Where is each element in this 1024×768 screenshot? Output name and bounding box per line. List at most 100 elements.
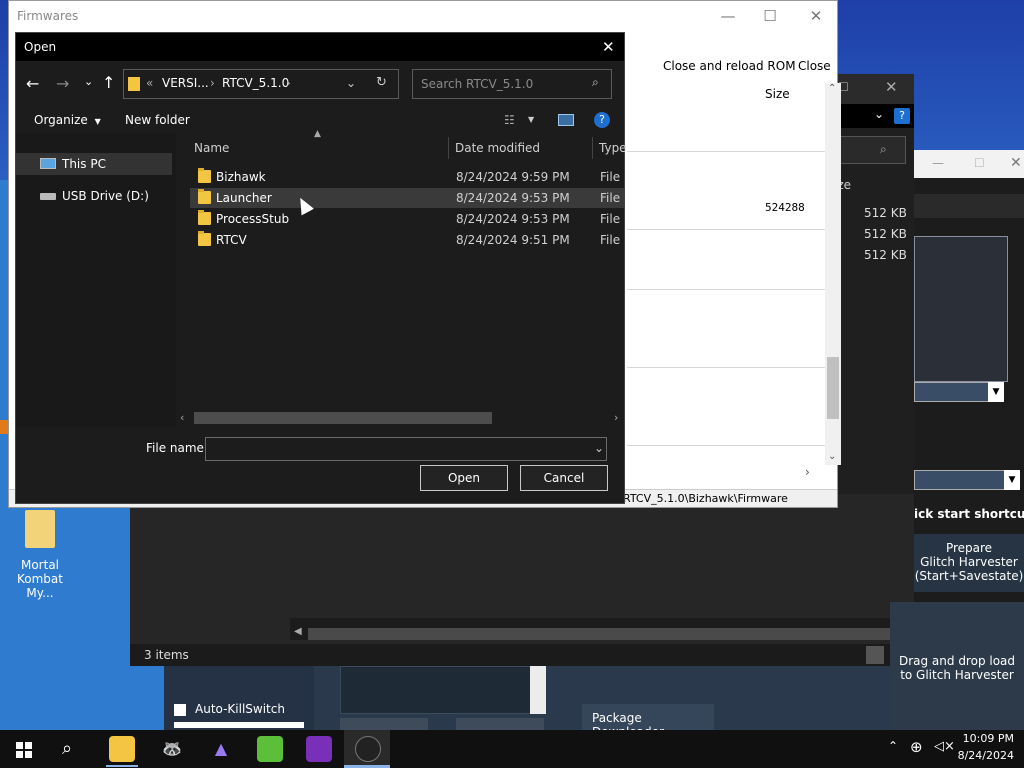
folder-icon [128, 77, 140, 91]
caret-down-icon[interactable]: ▼ [528, 115, 534, 124]
close-icon[interactable]: ✕ [602, 38, 615, 56]
vertical-scrollbar[interactable]: ⌃ ⌄ [825, 83, 841, 465]
chevron-down-icon[interactable]: ⌄ [828, 451, 836, 462]
new-folder-button[interactable]: New folder [125, 113, 190, 127]
firmware-list[interactable] [627, 81, 837, 481]
folder-icon [198, 168, 211, 183]
breadcrumb-versions[interactable]: VERSI... [162, 76, 209, 90]
window-title: Firmwares [17, 9, 79, 23]
drag-drop-zone[interactable]: Drag and drop load to Glitch Harvester [890, 602, 1024, 730]
scroll-left-icon[interactable]: ‹ [180, 411, 184, 424]
status-item-count: 3 items [144, 648, 189, 662]
alien-app-icon[interactable] [355, 736, 381, 762]
minimize-icon[interactable]: — [717, 6, 739, 26]
column-header-date[interactable]: Date modified [455, 141, 540, 155]
search-icon: ⌕ [592, 75, 599, 89]
file-name-input[interactable] [205, 437, 607, 461]
file-row[interactable]: Bizhawk 8/24/2024 9:59 PM File folder [190, 167, 624, 187]
prepare-label-3: (Start+Savestate) [914, 569, 1024, 583]
auto-killswitch-label: Auto-KillSwitch [195, 702, 285, 716]
chevron-down-icon[interactable]: ⌄ [874, 107, 884, 121]
purple-monster-icon[interactable] [306, 736, 332, 762]
details-view-icon[interactable] [866, 646, 884, 664]
horizontal-scrollbar[interactable] [194, 412, 492, 424]
taskbar: ⌕ 🦝 ▲ ⌃ ⊕ ◁× 10:09 PM 8/24/2024 [0, 730, 1024, 768]
nav-item-label: This PC [62, 157, 106, 171]
chevron-up-icon[interactable]: ⌃ [828, 83, 836, 94]
green-cube-icon[interactable] [257, 736, 283, 762]
file-name: RTCV [216, 233, 247, 247]
file-row[interactable]: Launcher 8/24/2024 9:53 PM File folder [190, 188, 624, 208]
prepare-glitch-harvester-button[interactable]: Prepare Glitch Harvester (Start+Savestat… [914, 534, 1024, 592]
file-name-label: File name: [146, 441, 208, 455]
chevron-right-icon[interactable]: › [805, 465, 810, 479]
minimize-icon[interactable]: — [932, 156, 944, 170]
package-downloader-button[interactable]: Package Downloader [582, 704, 714, 739]
column-header-type[interactable]: Type [599, 141, 627, 155]
close-button[interactable]: Close [798, 59, 831, 73]
chevron-down-icon[interactable]: ▼ [988, 382, 1004, 402]
file-row[interactable]: RTCV 8/24/2024 9:51 PM File folder [190, 230, 624, 250]
volume-muted-icon[interactable]: ◁× [934, 739, 955, 754]
file-type: File folder [600, 170, 624, 184]
folder-icon [198, 189, 211, 204]
raccoon-app-icon[interactable]: 🦝 [159, 736, 185, 762]
chevron-right-icon: › [210, 76, 215, 90]
prepare-label-1: Prepare [945, 541, 993, 555]
shortcuts-title: ick start shortcuts [914, 507, 1024, 521]
help-icon[interactable]: ? [894, 108, 910, 124]
desktop-shortcut[interactable]: Mortal Kombat My... [2, 506, 78, 600]
organize-menu[interactable]: Organize ▼ [34, 113, 101, 127]
address-bar[interactable]: « VERSI... › RTCV_5.1.0 › ⌄ ↻ [123, 69, 399, 99]
open-button[interactable]: Open [420, 465, 508, 491]
preview-pane-icon[interactable] [558, 114, 574, 126]
breadcrumb-rtcv[interactable]: RTCV_5.1.0 [222, 76, 289, 90]
back-arrow-icon[interactable]: ← [26, 74, 39, 93]
file-row[interactable]: ProcessStub 8/24/2024 9:53 PM File folde… [190, 209, 624, 229]
chevron-down-icon[interactable]: ▼ [1004, 470, 1020, 490]
forward-arrow-icon[interactable]: → [56, 74, 69, 93]
start-button[interactable] [16, 742, 32, 758]
status-path: RTCV_5.1.0\Bizhawk\Firmware [623, 492, 788, 505]
file-date: 8/24/2024 9:53 PM [456, 212, 570, 226]
scroll-right-icon[interactable]: › [614, 411, 618, 424]
size-value-1: 512 KB [864, 206, 907, 220]
desktop-shortcut-label-2: Kombat My... [17, 572, 63, 600]
rtcv-logo-icon[interactable]: ▲ [208, 736, 234, 762]
close-icon[interactable]: ✕ [805, 6, 827, 26]
network-icon[interactable]: ⊕ [910, 738, 923, 756]
close-and-reload-rom-button[interactable]: Close and reload ROM [663, 59, 796, 73]
cancel-button[interactable]: Cancel [520, 465, 608, 491]
close-icon[interactable]: ✕ [885, 78, 898, 96]
column-header-name[interactable]: Name [194, 141, 229, 155]
help-icon[interactable]: ? [594, 112, 610, 128]
file-name: ProcessStub [216, 212, 290, 226]
file-type: File folder [600, 191, 624, 205]
open-file-dialog: Open ✕ ← → ⌄ ↑ « VERSI... › RTCV_5.1.0 ›… [15, 32, 627, 504]
clock-time[interactable]: 10:09 PM [954, 732, 1014, 745]
search-input[interactable]: Search RTCV_5.1.0 [412, 69, 612, 99]
up-arrow-icon[interactable]: ↑ [102, 73, 115, 92]
checkbox[interactable] [174, 704, 186, 716]
close-icon[interactable]: ✕ [1010, 155, 1022, 171]
recent-locations-icon[interactable]: ⌄ [84, 75, 93, 88]
chevron-down-icon[interactable]: ⌄ [346, 76, 356, 90]
search-icon[interactable]: ⌕ [62, 738, 72, 759]
refresh-icon[interactable]: ↻ [376, 75, 387, 90]
view-options-icon[interactable]: ☷ [504, 113, 515, 127]
navigation-pane: This PC USB Drive (D:) [16, 133, 176, 428]
folder-icon [198, 231, 211, 246]
maximize-icon[interactable]: ☐ [759, 6, 781, 26]
horizontal-scrollbar[interactable] [308, 628, 894, 640]
clock-date[interactable]: 8/24/2024 [954, 749, 1014, 762]
file-name: Launcher [216, 191, 272, 205]
chevron-up-icon[interactable]: ⌃ [888, 739, 898, 753]
file-explorer-icon[interactable] [109, 736, 135, 762]
chevron-down-icon[interactable]: ⌄ [594, 441, 604, 455]
nav-item-this-pc[interactable]: This PC [16, 153, 172, 175]
rtcv-side-window: — ☐ ✕ ▼ ▼ ick start shortcuts Prepare Gl… [890, 150, 1024, 730]
nav-item-usb-drive[interactable]: USB Drive (D:) [16, 185, 172, 207]
scroll-left-icon[interactable]: ◀ [294, 626, 302, 637]
maximize-icon[interactable]: ☐ [974, 156, 985, 170]
file-name: Bizhawk [216, 170, 266, 184]
